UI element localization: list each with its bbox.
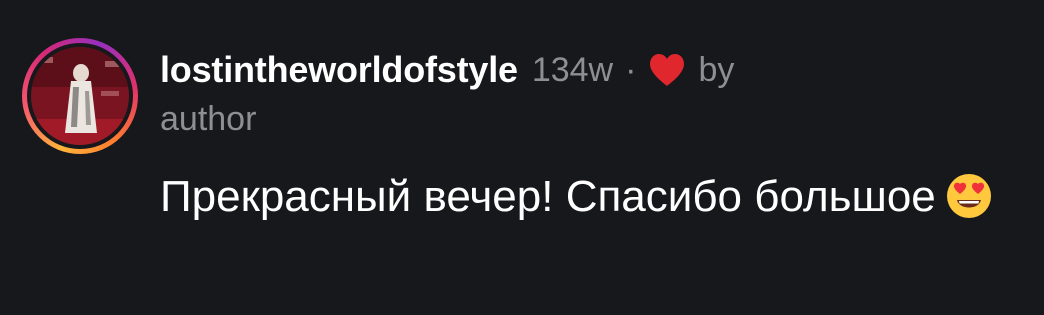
comment: lostintheworldofstyle 134w · by author П…: [0, 0, 1044, 315]
avatar-story-ring[interactable]: [22, 38, 138, 154]
liked-by-label: by: [698, 50, 735, 89]
comment-timestamp[interactable]: 134w: [532, 51, 613, 90]
avatar-gap: [27, 43, 133, 149]
comment-text: Прекрасный вечер! Спасибо большое: [160, 168, 1020, 226]
comment-body: Прекрасный вечер! Спасибо большое: [160, 172, 936, 221]
heart-eyes-emoji-icon: [946, 173, 992, 219]
separator-dot: ·: [625, 50, 637, 89]
comment-header: lostintheworldofstyle 134w · by: [160, 44, 734, 96]
heart-icon: [648, 53, 686, 87]
username-link[interactable]: lostintheworldofstyle: [160, 49, 518, 91]
liked-by-author-label: author: [160, 100, 257, 138]
avatar-photo: [31, 47, 129, 145]
avatar[interactable]: [31, 47, 129, 145]
